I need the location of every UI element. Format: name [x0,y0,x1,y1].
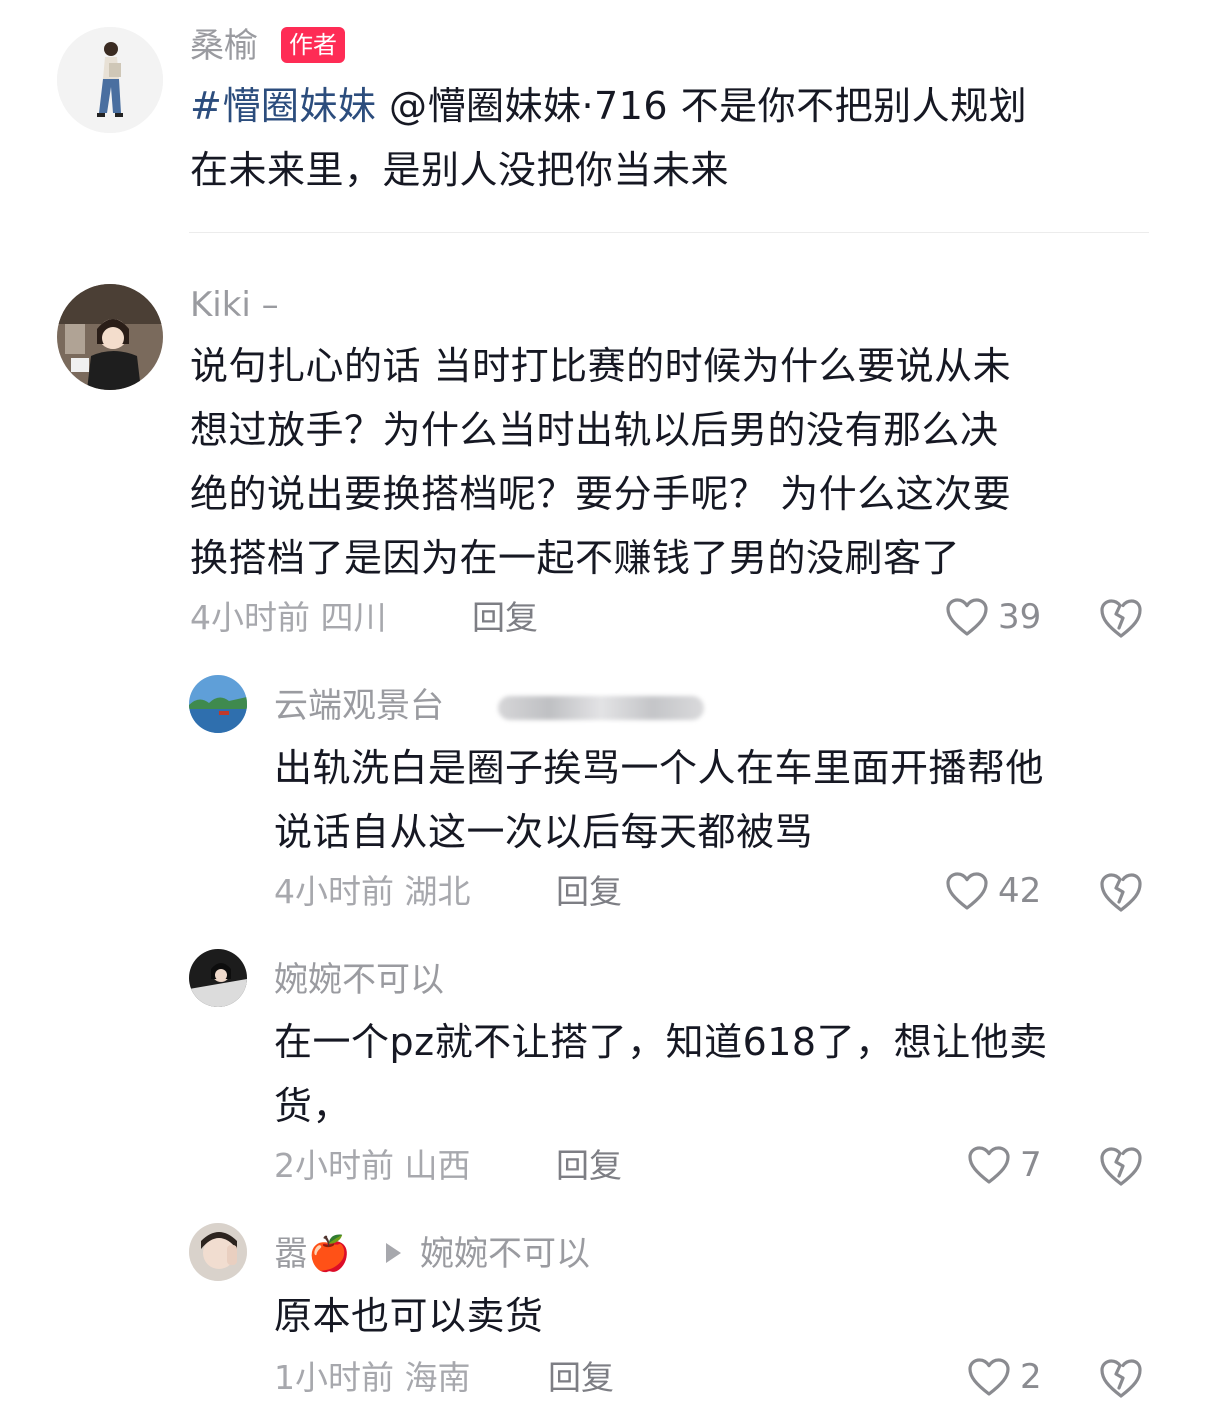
comment-line: 货， [274,1084,352,1128]
reply-button[interactable]: 回复 [472,598,538,638]
comment-line: 说句扎心的话 当时打比赛的时候为什么要说从未 [190,344,1012,388]
comment-meta: 1小时前 海南 [274,1358,471,1398]
comment-time: 4小时前 [274,872,394,911]
comment-time: 1小时前 [274,1358,394,1397]
broken-heart-icon[interactable] [1098,1144,1144,1188]
hashtag-link[interactable]: #懵圈妹妹 [190,84,376,128]
comment-location: 山西 [404,1146,471,1185]
like-button[interactable]: 42 [944,870,1041,912]
comment-line: 换搭档了是因为在一起不赚钱了男的没刷客了 [190,536,961,580]
commenter-name[interactable]: 婉婉不可以 [274,960,444,1000]
comment-text: 说句扎心的话 当时打比赛的时候为什么要说从未 想过放手？为什么当时出轨以后男的没… [190,334,1180,590]
broken-heart-icon[interactable] [1098,870,1144,914]
reply-button[interactable]: 回复 [556,872,622,912]
commenter-name[interactable]: 嚣🍎 [274,1234,350,1274]
commenter-avatar[interactable] [189,675,247,733]
comment-location: 海南 [404,1358,471,1397]
commenter-avatar[interactable] [189,949,247,1007]
divider [189,232,1149,233]
blurred-badge [498,696,704,720]
triangle-right-icon [386,1243,401,1263]
like-count: 2 [1020,1357,1042,1397]
author-avatar[interactable] [57,27,163,133]
like-button[interactable]: 2 [966,1356,1042,1398]
reply-to-name[interactable]: 婉婉不可以 [420,1234,590,1274]
commenter-avatar[interactable] [189,1223,247,1281]
comment-line: 绝的说出要换搭档呢？要分手呢？ 为什么这次要 [190,472,1012,516]
post-text-line1: 不是你不把别人规划 [668,84,1028,128]
comment-meta: 4小时前 湖北 [274,872,471,912]
like-count: 42 [998,871,1042,911]
reply-button[interactable]: 回复 [548,1358,614,1398]
commenter-name[interactable]: Kiki – [190,285,279,325]
comment-meta: 4小时前 四川 [190,598,387,638]
comment-line: 想过放手？为什么当时出轨以后男的没有那么决 [190,408,999,452]
heart-outline-icon [968,1358,1010,1396]
heart-outline-icon [968,1146,1010,1184]
comment-location: 四川 [320,598,387,637]
comment-text: 原本也可以卖货 [274,1284,1174,1348]
comment-line: 原本也可以卖货 [274,1294,544,1338]
author-tag: 作者 [281,27,345,63]
author-name[interactable]: 桑榆 [190,26,258,66]
mention-link[interactable]: @懵圈妹妹·716 [389,84,668,128]
comment-text: 出轨洗白是圈子挨骂一个人在车里面开播帮他 说话自从这一次以后每天都被骂 [274,736,1174,864]
comment-location: 湖北 [404,872,471,911]
comment-time: 4小时前 [190,598,310,637]
comment-meta: 2小时前 山西 [274,1146,471,1186]
commenter-avatar[interactable] [57,284,163,390]
comment-line: 出轨洗白是圈子挨骂一个人在车里面开播帮他 [274,746,1045,790]
heart-outline-icon [946,872,988,910]
comment-line: 在一个pz就不让搭了，知道618了，想让他卖 [274,1020,1048,1064]
comment-time: 2小时前 [274,1146,394,1185]
comment-line: 说话自从这一次以后每天都被骂 [274,810,814,854]
commenter-name[interactable]: 云端观景台 [274,686,444,726]
like-button[interactable]: 39 [944,596,1041,638]
like-count: 7 [1020,1145,1042,1185]
like-button[interactable]: 7 [966,1144,1042,1186]
reply-button[interactable]: 回复 [556,1146,622,1186]
like-count: 39 [998,597,1042,637]
post-text-line2: 在未来里，是别人没把你当未来 [190,148,730,192]
broken-heart-icon[interactable] [1098,596,1144,640]
heart-outline-icon [946,598,988,636]
comment-text: 在一个pz就不让搭了，知道618了，想让他卖 货， [274,1010,1174,1138]
author-post-text: #懵圈妹妹 @懵圈妹妹·716 不是你不把别人规划 在未来里，是别人没把你当未来 [190,74,1170,202]
broken-heart-icon[interactable] [1098,1356,1144,1400]
